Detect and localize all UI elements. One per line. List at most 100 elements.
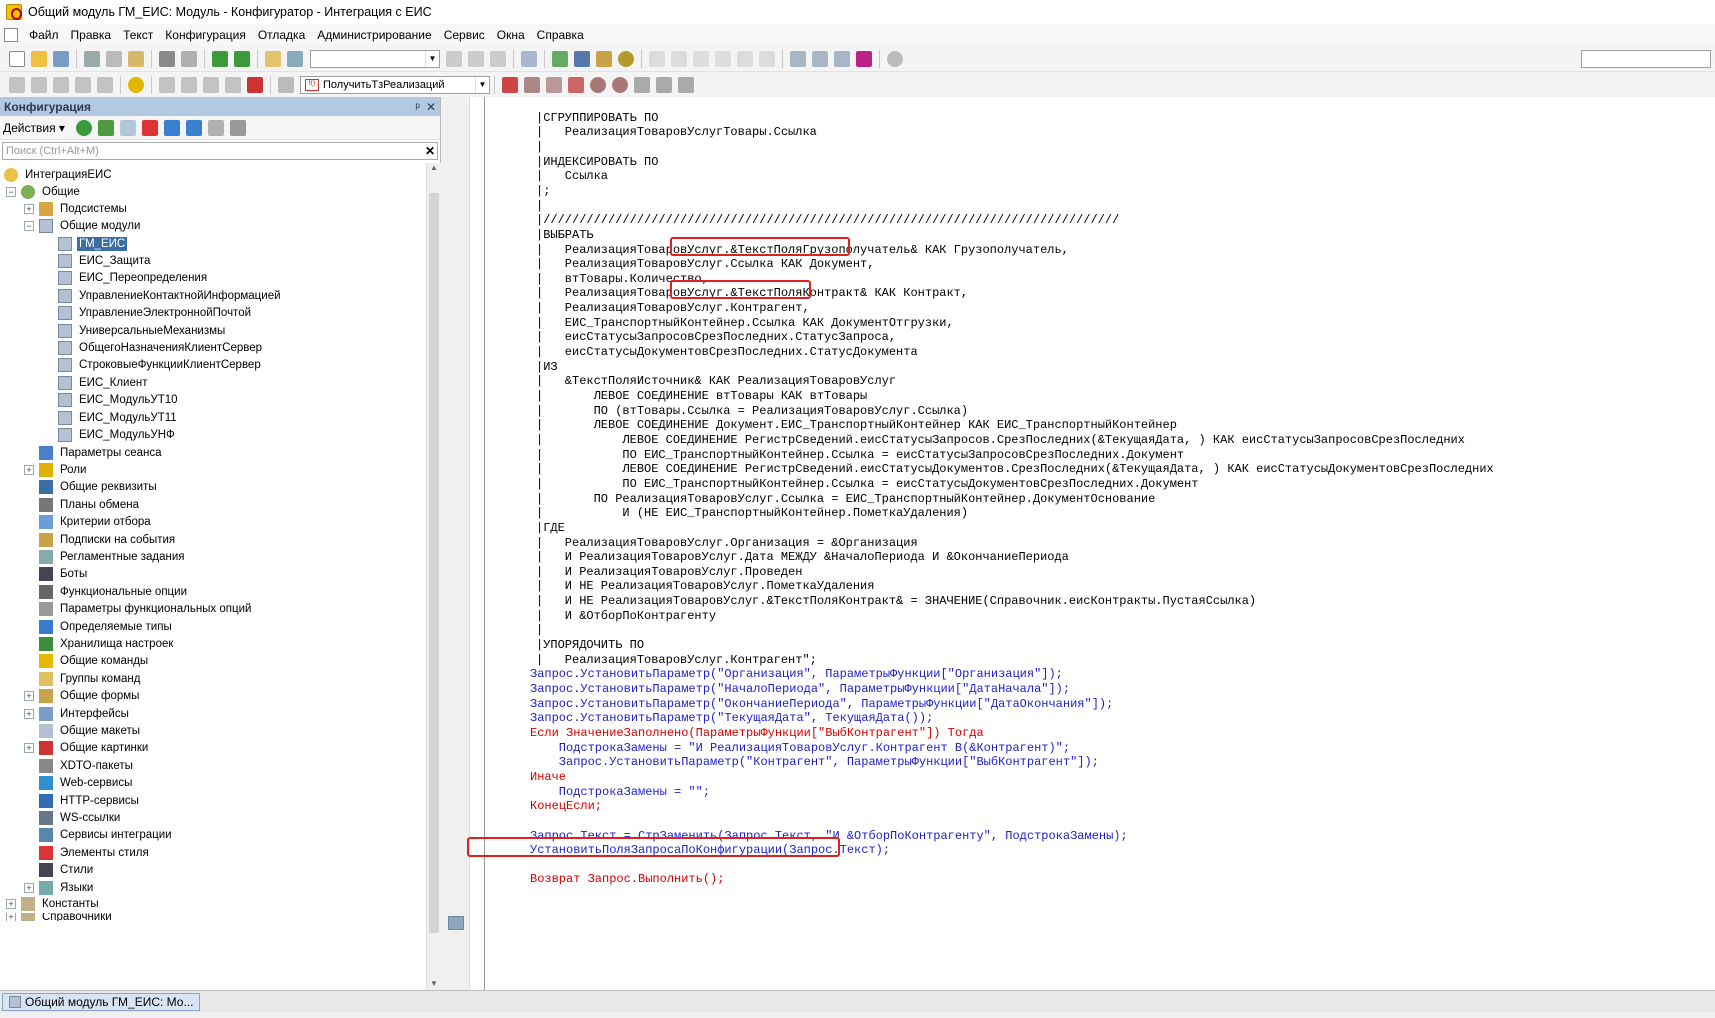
edit-icon[interactable] <box>97 119 114 136</box>
tree-item-section[interactable]: Боты <box>39 565 89 584</box>
menu-debug[interactable]: Отладка <box>253 26 310 44</box>
find-prev-icon[interactable] <box>468 50 484 67</box>
menu-text[interactable]: Текст <box>118 26 158 44</box>
windows-icon[interactable] <box>521 50 537 67</box>
search-combo[interactable]: ▼ <box>310 49 440 68</box>
find-icon[interactable] <box>265 50 281 67</box>
tools-icon[interactable] <box>634 76 650 93</box>
tree-icon[interactable] <box>552 50 568 67</box>
bookmark-list-icon[interactable] <box>678 76 694 93</box>
replace-icon[interactable] <box>490 50 506 67</box>
tree-item-constants[interactable]: + Константы <box>6 894 101 913</box>
delete-icon[interactable] <box>141 119 158 136</box>
move-down-icon[interactable] <box>185 119 202 136</box>
tree-item-section[interactable]: Группы команд <box>39 669 142 688</box>
print-icon[interactable] <box>159 50 175 67</box>
module-structure-icon[interactable] <box>31 76 47 93</box>
save-icon[interactable] <box>53 50 69 67</box>
collapse-icon[interactable]: − <box>24 220 34 231</box>
disable-breakpoint-icon[interactable] <box>590 76 606 93</box>
format-icon[interactable] <box>159 76 175 93</box>
menu-help[interactable]: Справка <box>532 26 589 44</box>
indent-icon[interactable] <box>181 76 197 93</box>
procedure-list-icon[interactable] <box>278 76 294 93</box>
tree-item-section[interactable]: Общие команды <box>39 652 150 671</box>
cut-icon[interactable] <box>84 50 100 67</box>
module-list-icon[interactable] <box>75 76 91 93</box>
expand-icon[interactable]: + <box>24 464 34 475</box>
module-icon[interactable] <box>790 50 806 67</box>
tree-item-section[interactable]: Общие макеты <box>39 721 142 740</box>
expand-icon[interactable]: + <box>24 743 34 754</box>
tree-item-module[interactable]: ЕИС_Защита <box>58 251 152 270</box>
scroll-down-icon[interactable]: ▼ <box>427 979 441 988</box>
expand-icon[interactable]: + <box>24 882 34 893</box>
find-next-icon[interactable] <box>446 50 462 67</box>
bookmark-icon[interactable] <box>656 76 672 93</box>
breakpoint-cond-icon[interactable] <box>524 76 540 93</box>
tree-item-module[interactable]: ЕИС_Клиент <box>58 373 149 392</box>
expand-icon[interactable]: + <box>24 708 34 719</box>
tree-item-section[interactable]: + Интерфейсы <box>24 704 131 723</box>
form-icon[interactable] <box>812 50 828 67</box>
expand-icon[interactable]: + <box>6 913 16 921</box>
module-properties-icon[interactable] <box>9 76 25 93</box>
procedure-combo[interactable]: f() ПолучитьТзРеализаций ▼ <box>300 75 490 94</box>
compare-icon[interactable] <box>856 50 872 67</box>
expand-icon[interactable]: + <box>24 691 34 702</box>
uncomment-icon[interactable] <box>247 76 263 93</box>
menu-windows[interactable]: Окна <box>492 26 530 44</box>
tree-item-section[interactable]: Web-сервисы <box>39 774 134 793</box>
stop-on-error-icon[interactable] <box>612 76 628 93</box>
module-procedures-icon[interactable] <box>53 76 69 93</box>
scroll-up-icon[interactable]: ▲ <box>427 163 441 172</box>
tree-scrollbar[interactable]: ▲ ▼ <box>426 163 441 990</box>
tree-item-section[interactable]: Элементы стиля <box>39 843 151 862</box>
tree-item-section[interactable]: Подписки на события <box>39 530 177 549</box>
tree-item-section[interactable]: Параметры функциональных опций <box>39 600 253 619</box>
menu-configuration[interactable]: Конфигурация <box>160 26 251 44</box>
tree-item-section[interactable]: Общие реквизиты <box>39 478 159 497</box>
tree-item-module[interactable]: ОбщегоНазначенияКлиентСервер <box>58 338 264 357</box>
tree-item-module[interactable]: ЕИС_МодульУТ11 <box>58 408 179 427</box>
tree-item-section[interactable]: Сервисы интеграции <box>39 826 174 845</box>
tree-item-section[interactable]: Хранилища настроек <box>39 634 175 653</box>
step-out-icon[interactable] <box>715 50 731 67</box>
step-into-icon[interactable] <box>671 50 687 67</box>
chevron-down-icon[interactable]: ▼ <box>475 76 489 93</box>
copy-icon[interactable] <box>106 50 122 67</box>
code-editor[interactable]: |СГРУППИРОВАТЬ ПО | РеализацияТоваровУслу… <box>442 97 1715 990</box>
menu-edit[interactable]: Правка <box>66 26 117 44</box>
book-icon[interactable] <box>596 50 612 67</box>
breakpoint-icon[interactable] <box>502 76 518 93</box>
tree-item-section[interactable]: XDTO-пакеты <box>39 756 135 775</box>
chevron-down-icon[interactable]: ▼ <box>425 50 439 67</box>
sort-icon[interactable] <box>207 119 224 136</box>
clear-search-icon[interactable]: ✕ <box>423 144 437 158</box>
paste-icon[interactable] <box>128 50 144 67</box>
actions-menu[interactable]: Действия ▾ <box>3 121 65 135</box>
syntax-check-icon[interactable] <box>128 76 144 93</box>
add-icon[interactable] <box>75 119 92 136</box>
tree-item-section[interactable]: HTTP-сервисы <box>39 791 141 810</box>
outdent-icon[interactable] <box>203 76 219 93</box>
menu-administration[interactable]: Администрирование <box>312 26 436 44</box>
tree-item-module[interactable]: УправлениеЭлектроннойПочтой <box>58 304 253 323</box>
run-icon[interactable] <box>574 50 590 67</box>
collapse-icon[interactable]: − <box>6 186 16 197</box>
tree-item-section[interactable]: Параметры сеанса <box>39 443 164 462</box>
breakpoint-list-icon[interactable] <box>546 76 562 93</box>
print-preview-icon[interactable] <box>181 50 197 67</box>
tree-item-module[interactable]: ЕИС_Переопределения <box>58 269 209 288</box>
redo-icon[interactable] <box>234 50 250 67</box>
tree-item-module[interactable]: ГМ_ЕИС <box>58 234 128 253</box>
tree-item-module[interactable]: УниверсальныеМеханизмы <box>58 321 227 340</box>
menu-service[interactable]: Сервис <box>439 26 490 44</box>
close-icon[interactable]: ✕ <box>426 100 436 114</box>
tree-item-section[interactable]: + Роли <box>24 460 88 479</box>
pin-icon[interactable]: ᵖ <box>415 100 420 114</box>
tree-item-section[interactable]: + Общие формы <box>24 687 141 706</box>
tree-item-section[interactable]: Стили <box>39 861 95 880</box>
tree-item-common-modules[interactable]: − Общие модули <box>24 216 142 235</box>
taskbar-item[interactable]: Общий модуль ГМ_ЕИС: Мо... <box>2 992 201 1011</box>
